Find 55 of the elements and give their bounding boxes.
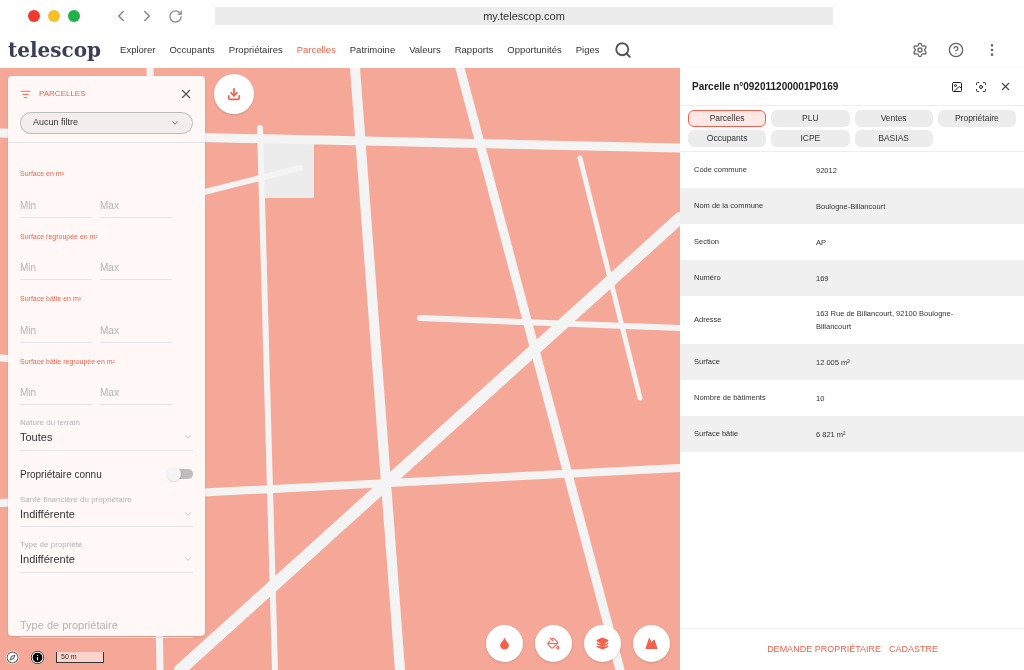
preset-dropdown[interactable]: Aucun filtre — [20, 112, 193, 134]
tab[interactable]: Occupants — [688, 130, 767, 147]
image-icon[interactable] — [951, 80, 963, 93]
input-field[interactable]: Min — [20, 193, 92, 218]
tab[interactable]: Propriétaire — [937, 110, 1016, 127]
caret-icon — [170, 118, 180, 128]
logo[interactable]: telescop — [8, 35, 102, 65]
input-field[interactable]: Min — [20, 381, 92, 405]
toggle-label: Propriétaire connu — [20, 467, 102, 482]
help-icon[interactable] — [948, 42, 964, 58]
nav-link[interactable]: Propriétaires — [221, 42, 290, 58]
close-icon[interactable] — [999, 80, 1012, 93]
nav-link[interactable]: Explorer — [113, 42, 163, 58]
nav-link[interactable]: Opportunités — [500, 42, 569, 58]
select-value: Indifférente — [20, 506, 75, 522]
tab[interactable]: PLU — [771, 110, 850, 127]
toggle-switch[interactable] — [169, 469, 193, 479]
select-value: Toutes — [20, 430, 53, 445]
nav-link[interactable]: Valeurs — [402, 42, 448, 58]
select-field[interactable]: Nature du terrain Toutes — [20, 417, 193, 451]
close-icon[interactable] — [179, 87, 193, 101]
nav-link[interactable]: Rapports — [447, 42, 501, 58]
layers-icon — [596, 637, 609, 650]
mountain-icon — [645, 637, 658, 650]
nav-link[interactable]: Patrimoine — [342, 42, 403, 58]
focus-icon[interactable] — [975, 80, 987, 93]
tab[interactable]: ICPE — [771, 130, 850, 147]
drop-icon — [498, 637, 511, 650]
input-field[interactable]: Max — [100, 256, 172, 280]
input-field[interactable]: Max — [100, 381, 172, 405]
download-icon — [227, 87, 241, 101]
select-field[interactable]: Santé financière du propriétaire Indifférente — [20, 493, 193, 527]
select-value: Indifférente — [20, 552, 75, 567]
filter-icon — [20, 88, 31, 100]
tab[interactable]: BASIAS — [854, 130, 933, 147]
tab[interactable]: Parcelles — [688, 110, 767, 127]
nav-link[interactable]: Piges — [568, 42, 607, 58]
input-field[interactable]: Max — [100, 193, 172, 218]
nav-link[interactable]: Occupants — [162, 42, 222, 58]
settings-icon[interactable] — [912, 42, 928, 58]
input-field[interactable]: Type de propriétaire — [20, 612, 193, 638]
input-field[interactable]: Max — [100, 318, 172, 343]
address-bar[interactable]: my.telescop.com — [215, 7, 833, 25]
field-label: Type de propriété — [20, 539, 84, 551]
panel-title: Parcelle n°092011200001P0169 — [692, 80, 839, 94]
field-label: Santé financière du propriétaire — [20, 493, 133, 506]
input-field[interactable]: Min — [20, 318, 92, 343]
paint-bucket-icon — [547, 637, 560, 650]
reload-icon[interactable] — [168, 8, 183, 24]
search-icon[interactable] — [614, 41, 633, 59]
tab[interactable]: Ventes — [854, 110, 933, 127]
panel-title: PARCELLES — [39, 88, 86, 100]
select-field[interactable]: Type de propriété Indifférente — [20, 539, 193, 573]
field-label: Nature du terrain — [20, 417, 82, 429]
input-field[interactable]: Min — [20, 256, 92, 280]
